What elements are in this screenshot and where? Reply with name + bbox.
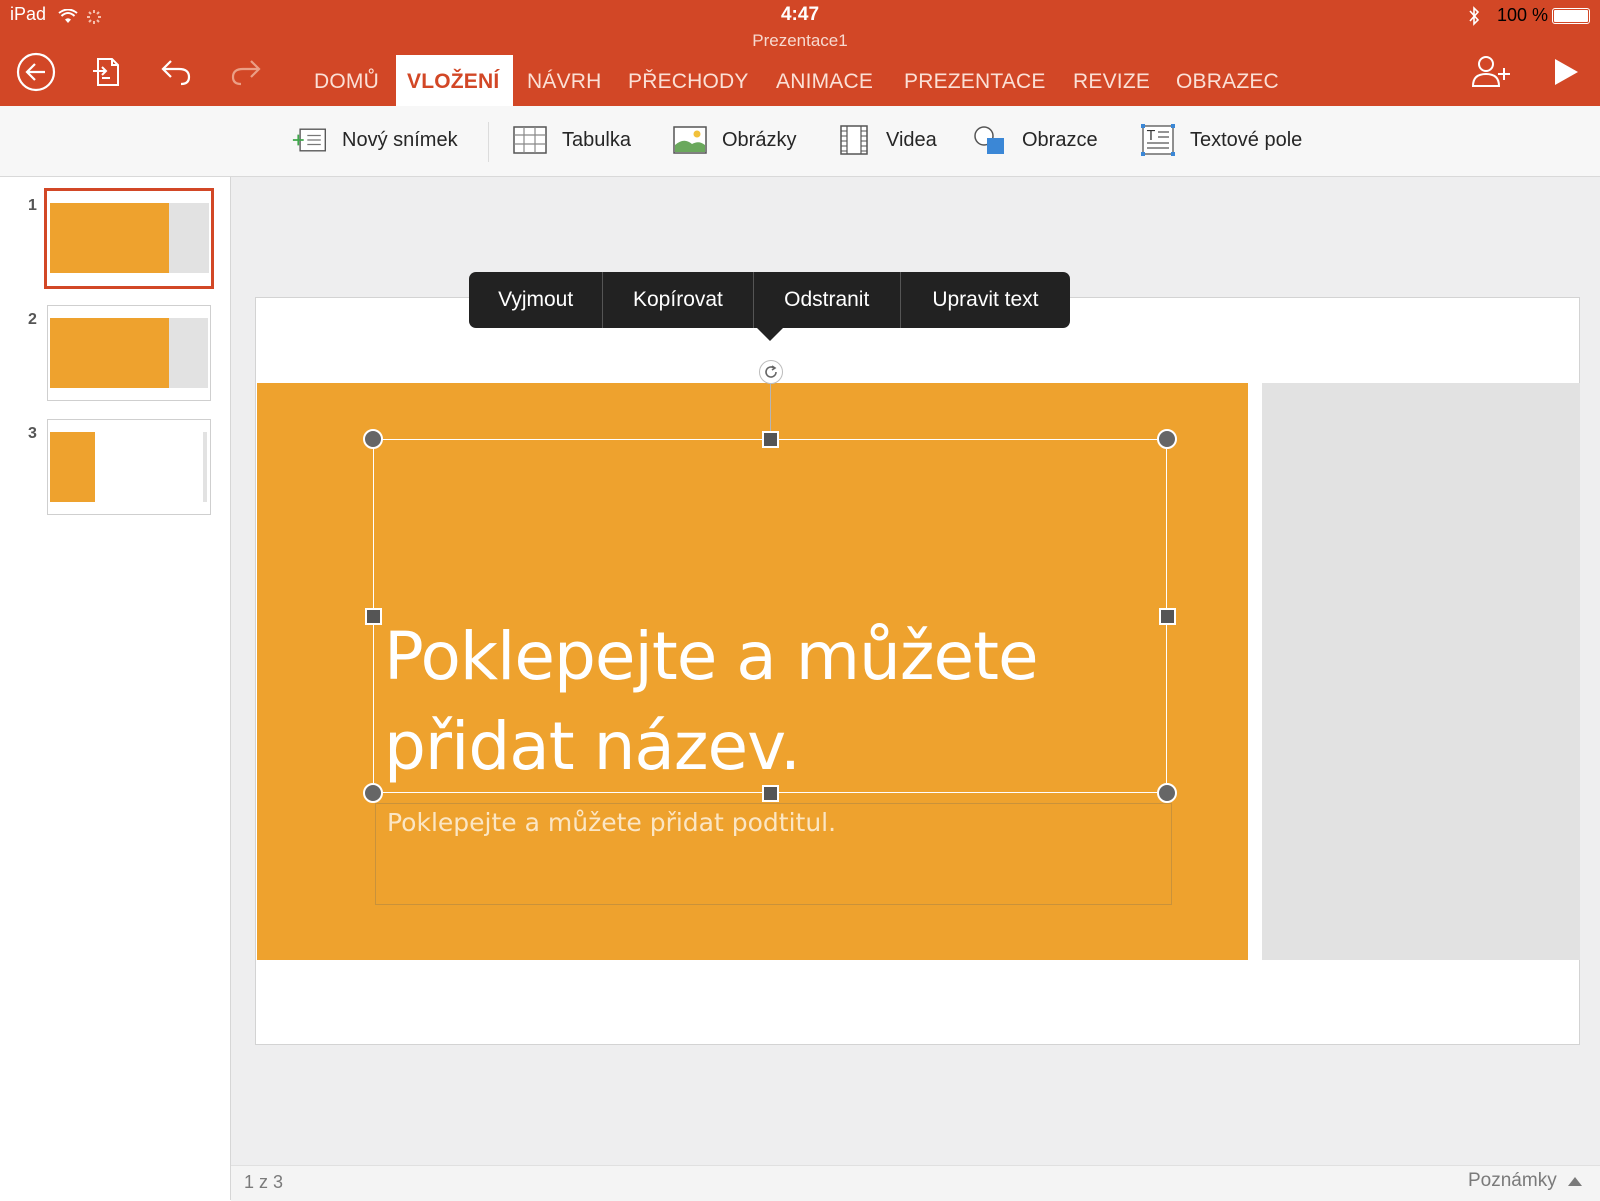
redo-icon [231, 60, 261, 86]
thumbnail-number: 1 [28, 197, 37, 214]
context-menu: Vyjmout Kopírovat Odstranit Upravit text [469, 272, 1070, 328]
text-box-icon: T [1140, 124, 1176, 156]
new-slide-icon [292, 124, 328, 156]
chevron-up-icon [1567, 1177, 1582, 1186]
text-box-button[interactable]: T Textové pole [1140, 124, 1302, 156]
slide-thumbnail-1[interactable] [44, 188, 214, 289]
clock: 4:47 [780, 4, 820, 25]
play-slideshow-button[interactable] [1544, 50, 1588, 94]
tab-navrh[interactable]: NÁVRH [527, 70, 602, 94]
svg-text:T: T [1146, 129, 1155, 144]
new-slide-button[interactable]: Nový snímek [292, 124, 458, 156]
back-circle-arrow-icon [16, 52, 56, 92]
notes-button[interactable]: Poznámky [1468, 1170, 1583, 1192]
tab-prezentace[interactable]: PREZENTACE [904, 70, 1046, 94]
undo-button[interactable] [154, 50, 198, 94]
resize-handle-left[interactable] [365, 608, 382, 625]
text-box-label: Textové pole [1190, 128, 1303, 151]
thumbnail-orange-block [50, 203, 169, 273]
rotate-handle[interactable] [759, 360, 783, 384]
battery-percent: 100 % [1496, 5, 1548, 25]
thumbnail-number: 2 [28, 311, 37, 328]
add-person-icon [1471, 56, 1510, 87]
videos-button[interactable]: Videa [836, 124, 937, 156]
battery-icon [1552, 8, 1590, 24]
shapes-label: Obrazce [1022, 128, 1098, 151]
back-button[interactable] [14, 50, 58, 94]
bottom-status-bar [231, 1165, 1600, 1201]
bluetooth-icon [1468, 6, 1480, 31]
resize-handle-top[interactable] [762, 431, 779, 448]
video-film-icon [836, 124, 872, 156]
cut-menu-item[interactable]: Vyjmout [469, 272, 604, 328]
notes-label: Poznámky [1468, 1170, 1557, 1191]
thumbnail-grey-block [169, 203, 209, 273]
thumbnail-orange-block [50, 318, 169, 388]
slide-counter: 1 z 3 [244, 1172, 284, 1192]
subtitle-placeholder-text: Poklepejte a můžete přidat podtitul. [387, 808, 837, 837]
table-icon [512, 124, 548, 156]
share-button[interactable] [1470, 50, 1514, 94]
thumbnail-number: 3 [28, 425, 37, 442]
delete-menu-item[interactable]: Odstranit [754, 272, 901, 328]
tab-domu[interactable]: DOMŮ [314, 70, 379, 94]
shapes-button[interactable]: Obrazce [972, 124, 1098, 156]
tab-animace[interactable]: ANIMACE [776, 70, 873, 94]
rotate-icon [765, 365, 777, 378]
slide-thumbnail-3[interactable] [47, 419, 211, 515]
title-placeholder-text: Poklepejte a můžete přidat název. [384, 618, 1039, 785]
thumbnail-grey-block [203, 432, 207, 502]
play-icon [1555, 59, 1578, 85]
tab-prechody[interactable]: PŘECHODY [628, 70, 749, 94]
file-switch-icon [93, 58, 119, 86]
pictures-button[interactable]: Obrázky [672, 124, 796, 156]
insert-ribbon [0, 106, 1600, 177]
resize-handle-bottom-right[interactable] [1157, 783, 1177, 803]
table-label: Tabulka [562, 128, 631, 151]
tab-vlozeni[interactable]: VLOŽENÍ [407, 70, 499, 94]
resize-handle-right[interactable] [1159, 608, 1176, 625]
slide-thumbnail-2[interactable] [47, 305, 211, 401]
context-menu-pointer [757, 328, 783, 341]
ribbon-separator [488, 122, 489, 162]
new-slide-label: Nový snímek [342, 128, 458, 151]
resize-handle-bottom-left[interactable] [363, 783, 383, 803]
copy-menu-item[interactable]: Kopírovat [603, 272, 754, 328]
resize-handle-top-left[interactable] [363, 429, 383, 449]
document-title: Prezentace1 [752, 31, 848, 50]
file-button[interactable] [84, 50, 128, 94]
tab-obrazec[interactable]: OBRAZEC [1176, 70, 1279, 94]
slide-grey-rectangle[interactable] [1262, 383, 1580, 960]
shapes-icon [972, 124, 1008, 156]
edit-text-menu-item[interactable]: Upravit text [901, 272, 1070, 328]
thumbnail-grey-block [169, 318, 208, 388]
pictures-label: Obrázky [722, 128, 797, 151]
redo-button[interactable] [224, 50, 268, 94]
undo-icon [161, 60, 191, 86]
resize-handle-bottom[interactable] [762, 785, 779, 802]
table-button[interactable]: Tabulka [512, 124, 631, 156]
picture-icon [672, 124, 708, 156]
thumbnail-orange-block [50, 432, 95, 502]
tab-revize[interactable]: REVIZE [1073, 70, 1150, 94]
resize-handle-top-right[interactable] [1157, 429, 1177, 449]
videos-label: Videa [886, 128, 937, 151]
